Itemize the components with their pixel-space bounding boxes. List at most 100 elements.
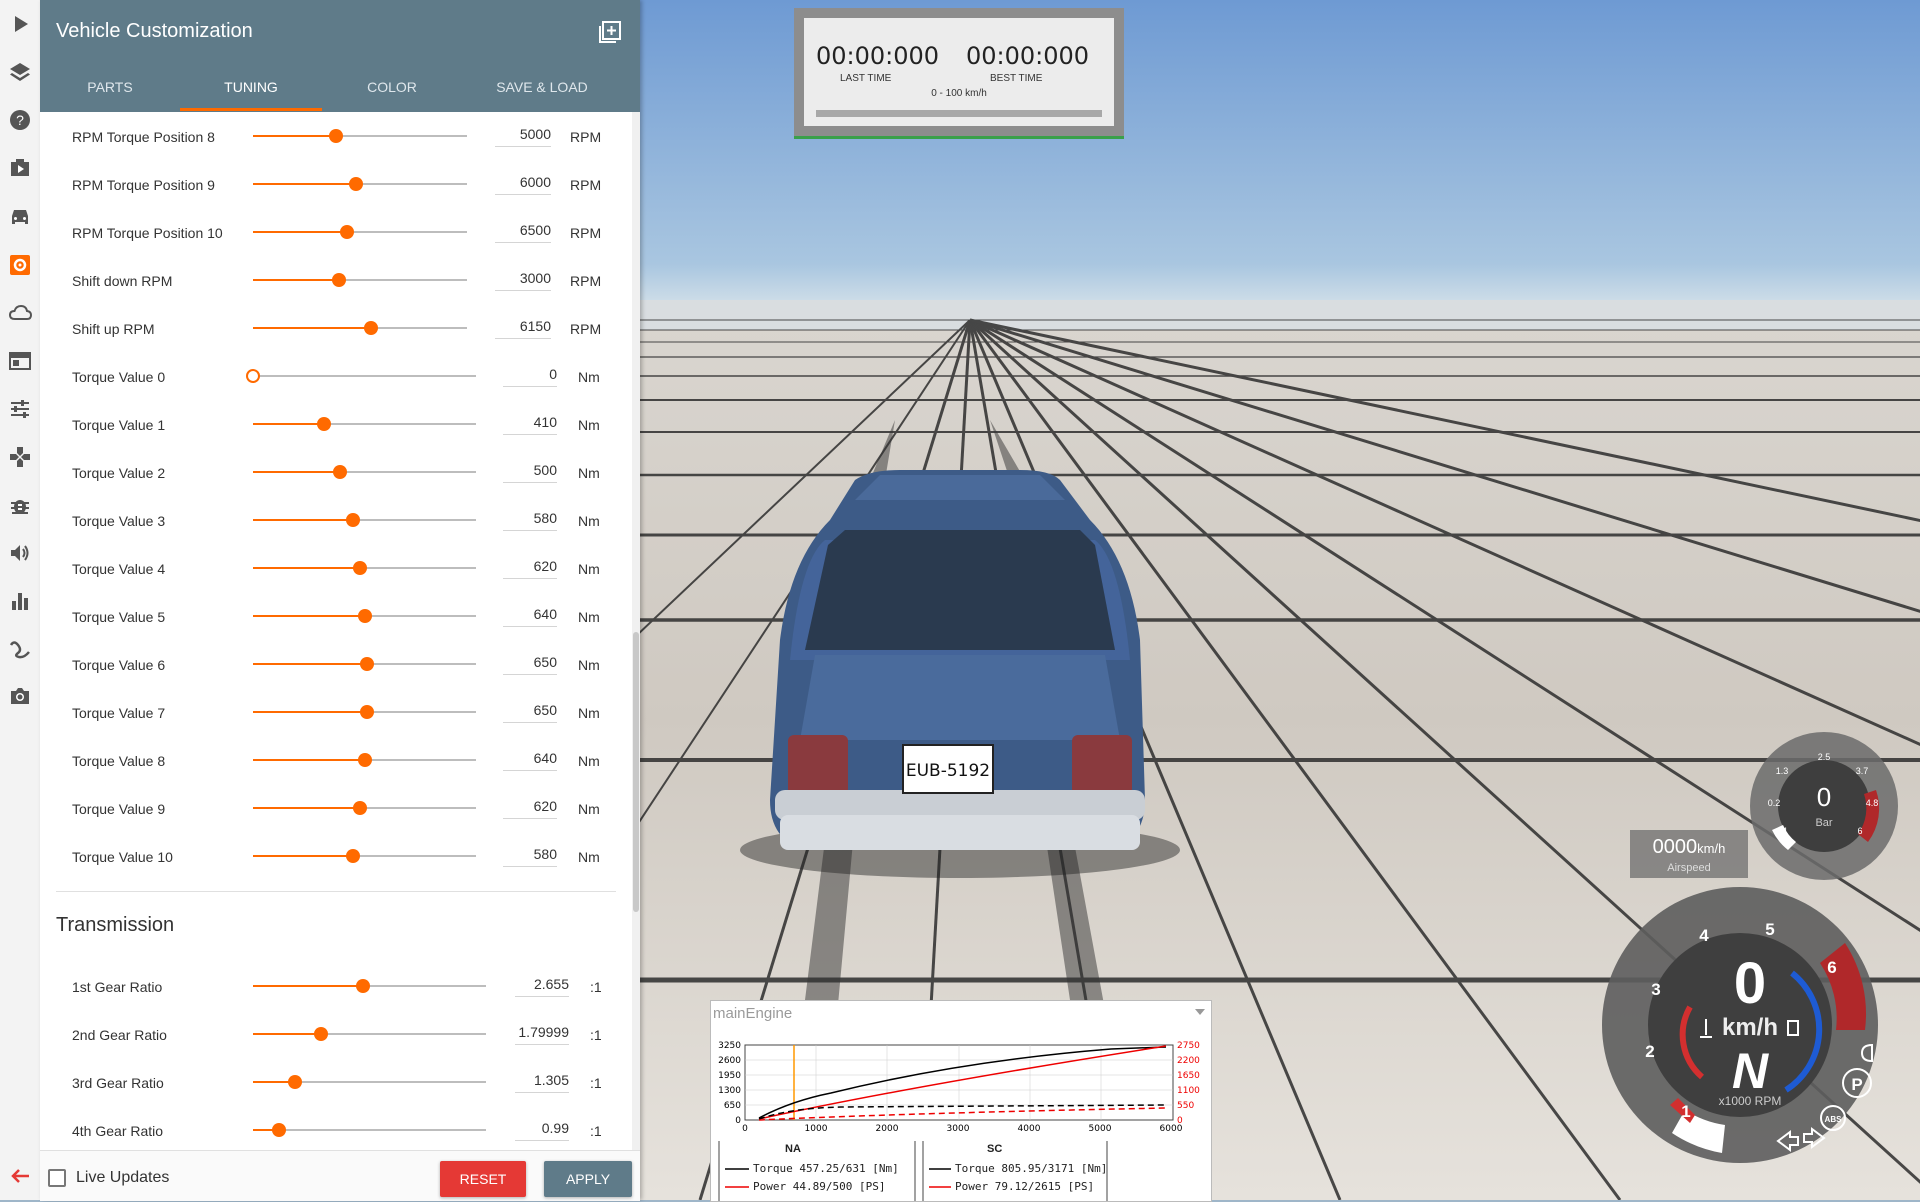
unit-label: RPM [570, 225, 602, 241]
value-input[interactable]: 650 [503, 702, 557, 723]
slider-thumb[interactable] [353, 801, 368, 815]
reset-button[interactable]: RESET [440, 1161, 526, 1197]
value-input[interactable]: 640 [503, 750, 557, 771]
back-arrow-icon[interactable] [6, 1162, 34, 1190]
gamepad-icon[interactable] [6, 443, 34, 471]
slider-thumb[interactable] [363, 321, 378, 335]
slider-thumb[interactable] [359, 657, 374, 671]
value-input[interactable]: 640 [503, 606, 557, 627]
live-updates-checkbox[interactable] [48, 1169, 66, 1187]
value-input[interactable]: 580 [503, 510, 557, 531]
play-icon[interactable] [6, 10, 34, 38]
speed-unit: km/h [1722, 1014, 1778, 1041]
value-input[interactable]: 6150 [495, 318, 551, 339]
scrollbar-thumb[interactable] [633, 632, 639, 912]
tuning-row-label: 3rd Gear Ratio [72, 1075, 164, 1091]
gear-indicator: N [1732, 1043, 1769, 1099]
cloud-icon[interactable] [6, 299, 34, 327]
video-icon[interactable] [6, 154, 34, 182]
tuning-row-label: Torque Value 10 [72, 849, 173, 865]
slider-thumb[interactable] [271, 1123, 286, 1137]
slider-fill [253, 279, 339, 281]
value-input[interactable]: 410 [503, 414, 557, 435]
value-input[interactable]: 500 [503, 462, 557, 483]
bug-icon[interactable] [6, 491, 34, 519]
value-input[interactable]: 2.655 [515, 976, 569, 997]
slider-track[interactable] [253, 375, 476, 377]
path-icon[interactable] [6, 635, 34, 663]
rpm-tick: 3 [1651, 980, 1660, 999]
unit-label: :1 [590, 1027, 602, 1043]
value-input[interactable]: 0.99 [515, 1120, 569, 1141]
unit-label: Nm [578, 753, 600, 769]
tab-color[interactable]: COLOR [322, 80, 462, 112]
value-input[interactable]: 6500 [495, 222, 551, 243]
slider-thumb[interactable] [313, 1027, 328, 1041]
chart-icon[interactable] [6, 587, 34, 615]
graph-right-tick: 2200 [1177, 1056, 1200, 1066]
car-icon[interactable] [6, 203, 34, 231]
settings-icon[interactable] [6, 251, 34, 279]
rpm-tick: 4 [1699, 926, 1709, 945]
value-input[interactable]: 6000 [495, 174, 551, 195]
value-input[interactable]: 580 [503, 846, 557, 867]
graph-x-tick: 2000 [876, 1124, 899, 1134]
value-input[interactable]: 620 [503, 798, 557, 819]
panel-scrollbar[interactable] [632, 112, 640, 1150]
graph-right-tick: 1650 [1177, 1071, 1200, 1081]
tune-icon[interactable] [6, 395, 34, 423]
slider-track[interactable] [253, 1129, 486, 1131]
slider-fill [253, 183, 356, 185]
slider-thumb[interactable] [246, 369, 260, 383]
value-input[interactable]: 650 [503, 654, 557, 675]
value-input[interactable]: 1.79999 [515, 1024, 569, 1045]
slider-thumb[interactable] [357, 753, 372, 767]
apply-button[interactable]: APPLY [544, 1161, 632, 1197]
panel-title: Vehicle Customization [56, 20, 253, 42]
slider-thumb[interactable] [359, 705, 374, 719]
slider-thumb[interactable] [346, 849, 361, 863]
dashboard-icon[interactable] [6, 347, 34, 375]
slider-thumb[interactable] [357, 609, 372, 623]
panel-footer: Live Updates RESET APPLY [40, 1150, 640, 1201]
unit-label: Nm [578, 705, 600, 721]
camera-icon[interactable] [6, 682, 34, 710]
unit-label: :1 [590, 1123, 602, 1139]
value-input[interactable]: 1.305 [515, 1072, 569, 1093]
help-icon[interactable]: ? [6, 106, 34, 134]
slider-thumb[interactable] [353, 561, 368, 575]
graph-x-tick: 3000 [947, 1124, 970, 1134]
slider-thumb[interactable] [329, 129, 344, 143]
slider-fill [253, 327, 371, 329]
tuning-row: Torque Value 8 640 Nm [40, 736, 640, 784]
slider-thumb[interactable] [346, 513, 361, 527]
slider-thumb[interactable] [355, 979, 370, 993]
value-input[interactable]: 3000 [495, 270, 551, 291]
graph-left-tick: 3250 [718, 1041, 741, 1051]
tab-parts[interactable]: PARTS [40, 80, 180, 112]
tab-save-load[interactable]: SAVE & LOAD [462, 80, 622, 112]
tuning-row-label: RPM Torque Position 10 [72, 225, 223, 241]
tuning-row-label: Torque Value 2 [72, 465, 166, 481]
value-input[interactable]: 620 [503, 558, 557, 579]
layers-icon[interactable] [6, 58, 34, 86]
legend-na-torque: Torque 457.25/631 [Nm] [753, 1162, 899, 1175]
value-input[interactable]: 0 [503, 366, 557, 387]
slider-thumb[interactable] [317, 417, 332, 431]
unit-label: Nm [578, 609, 600, 625]
open-in-window-icon[interactable] [598, 20, 622, 44]
tuning-row-label: Shift up RPM [72, 321, 155, 337]
slider-thumb[interactable] [287, 1075, 302, 1089]
legend-sc-torque: Torque 805.95/3171 [Nm] [955, 1162, 1108, 1175]
left-icon-bar: ? [0, 0, 41, 1200]
slider-thumb[interactable] [331, 273, 346, 287]
value-input[interactable]: 5000 [495, 126, 551, 147]
tuning-row-label: Torque Value 8 [72, 753, 166, 769]
boost-tick: 3.7 [1856, 766, 1869, 776]
slider-thumb[interactable] [332, 465, 347, 479]
slider-thumb[interactable] [340, 225, 355, 239]
volume-icon[interactable] [6, 539, 34, 567]
slider-thumb[interactable] [348, 177, 363, 191]
slider-fill [253, 711, 367, 713]
slider-fill [253, 423, 325, 425]
